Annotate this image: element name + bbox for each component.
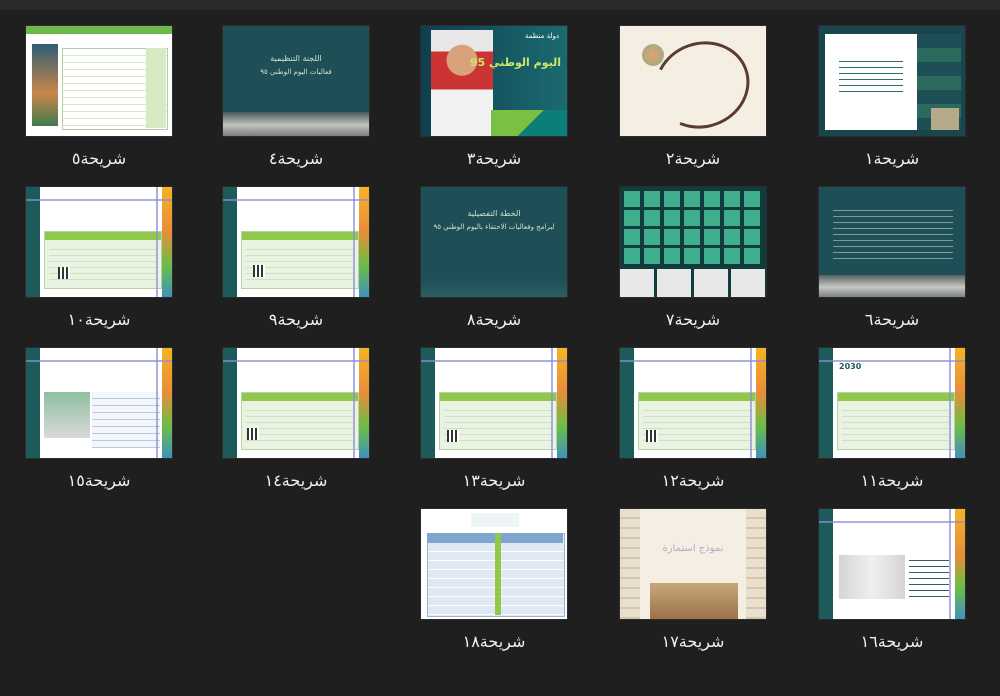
- slide-label: شريحة١٨: [462, 632, 526, 651]
- slide-label: شريحة١٠: [67, 310, 131, 329]
- slide-thumbnail[interactable]: [25, 347, 173, 459]
- slide-label: شريحة٢: [665, 149, 721, 168]
- slide-label: شريحة٣: [466, 149, 522, 168]
- vision-logo: 2030: [839, 362, 862, 371]
- slide-tag: دولة منظمة: [524, 32, 559, 40]
- slide-thumbnail[interactable]: [25, 186, 173, 298]
- slide-title: الخطة التفصيلية: [467, 209, 521, 218]
- slide-label: شريحة٨: [466, 310, 522, 329]
- slide-thumbnail[interactable]: [818, 25, 966, 137]
- slide-label: شريحة٩: [268, 310, 324, 329]
- slide-thumbnail[interactable]: [619, 347, 767, 459]
- slide-18[interactable]: شريحة١٨: [420, 508, 568, 668]
- slide-thumbnail[interactable]: 2030: [818, 347, 966, 459]
- slide-8[interactable]: الخطة التفصيلية لبرامج وفعاليات الاحتفاء…: [420, 186, 568, 346]
- slide-title: اليوم الوطني 95: [469, 56, 561, 69]
- slide-title: اللجنة التنظيمية: [270, 54, 322, 63]
- slide-thumbnail[interactable]: [818, 186, 966, 298]
- portrait-image: [431, 30, 493, 136]
- slide-16[interactable]: شريحة١٦: [818, 508, 966, 668]
- mud-building-image: [650, 583, 738, 619]
- slide-12[interactable]: شريحة١٢: [619, 347, 767, 507]
- slide-thumbnail[interactable]: دولة منظمة اليوم الوطني 95: [420, 25, 568, 137]
- slide-6[interactable]: شريحة٦: [818, 186, 966, 346]
- slide-thumbnail[interactable]: نموذج استمارة: [619, 508, 767, 620]
- slide-4[interactable]: اللجنة التنظيمية فعاليات اليوم الوطني ٩٥…: [222, 25, 370, 185]
- slide-title: نموذج استمارة: [662, 543, 724, 554]
- slide-label: شريحة٤: [268, 149, 324, 168]
- slide-label: شريحة١: [864, 149, 920, 168]
- slide-label: شريحة١٤: [264, 471, 328, 490]
- slide-label: شريحة٥: [71, 149, 127, 168]
- slide-thumbnail[interactable]: [619, 25, 767, 137]
- slide-thumbnail[interactable]: [420, 508, 568, 620]
- slide-thumbnail[interactable]: الخطة التفصيلية لبرامج وفعاليات الاحتفاء…: [420, 186, 568, 298]
- slide-subtitle: لبرامج وفعاليات الاحتفاء باليوم الوطني ٩…: [433, 223, 555, 231]
- slide-thumbnail[interactable]: اللجنة التنظيمية فعاليات اليوم الوطني ٩٥: [222, 25, 370, 137]
- slide-label: شريحة١٧: [661, 632, 725, 651]
- slide-label: شريحة١٢: [661, 471, 725, 490]
- calligraphy-image: [642, 28, 762, 136]
- slide-14[interactable]: شريحة١٤: [222, 347, 370, 507]
- slide-thumbnail[interactable]: [222, 186, 370, 298]
- slide-thumbnail[interactable]: [25, 25, 173, 137]
- slide-1[interactable]: شريحة١: [818, 25, 966, 185]
- slide-3[interactable]: دولة منظمة اليوم الوطني 95 شريحة٣: [420, 25, 568, 185]
- slide-label: شريحة٧: [665, 310, 721, 329]
- slide-11[interactable]: 2030 شريحة١١: [818, 347, 966, 507]
- slide-2[interactable]: شريحة٢: [619, 25, 767, 185]
- slide-label: شريحة١٣: [462, 471, 526, 490]
- slide-10[interactable]: شريحة١٠: [25, 186, 173, 346]
- slide-subtitle: فعاليات اليوم الوطني ٩٥: [260, 68, 332, 76]
- slide-thumbnail[interactable]: [619, 186, 767, 298]
- slide-thumbnail[interactable]: [420, 347, 568, 459]
- slide-9[interactable]: شريحة٩: [222, 186, 370, 346]
- slide-17[interactable]: نموذج استمارة شريحة١٧: [619, 508, 767, 668]
- slide-7[interactable]: شريحة٧: [619, 186, 767, 346]
- flower-decoration: [642, 44, 664, 66]
- slide-15[interactable]: شريحة١٥: [25, 347, 173, 507]
- slide-label: شريحة١١: [860, 471, 924, 490]
- slide-thumbnail[interactable]: [818, 508, 966, 620]
- pattern-grid: [624, 191, 764, 265]
- slide-label: شريحة١٥: [67, 471, 131, 490]
- slide-label: شريحة٦: [864, 310, 920, 329]
- top-bar: [0, 0, 1000, 10]
- slide-5[interactable]: شريحة٥: [25, 25, 173, 185]
- slide-label: شريحة١٦: [860, 632, 924, 651]
- slide-thumbnail[interactable]: [222, 347, 370, 459]
- slide-13[interactable]: شريحة١٣: [420, 347, 568, 507]
